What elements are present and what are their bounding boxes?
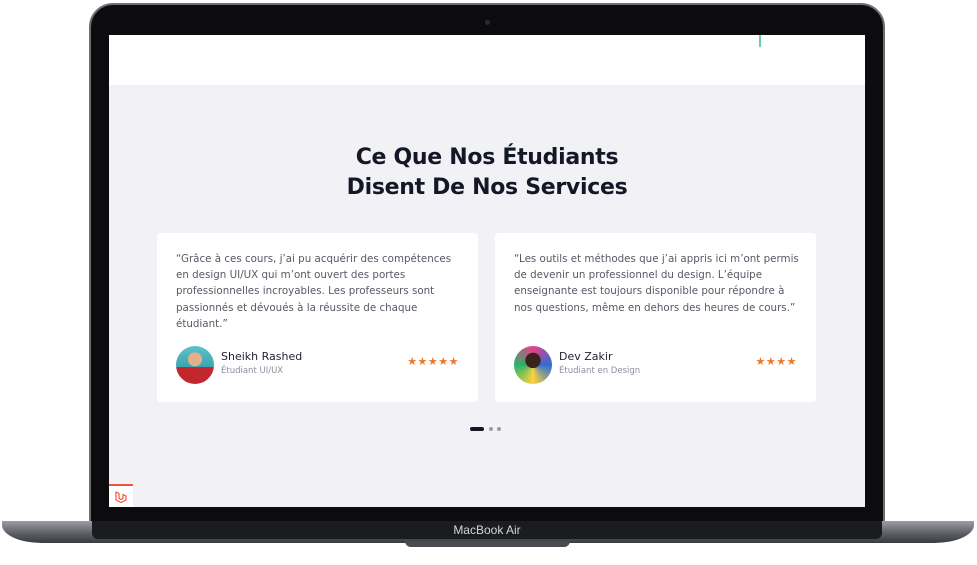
laravel-debug-button[interactable] <box>109 484 133 507</box>
testimonial-quote: “Grâce à ces cours, j’ai pu acquérir des… <box>176 253 452 330</box>
avatar <box>176 346 214 384</box>
author-role: Étudiant en Design <box>559 366 641 376</box>
previous-section <box>109 35 865 85</box>
avatar <box>514 346 552 384</box>
star-rating: ★★★★ <box>755 356 797 368</box>
star-rating: ★★★★★ <box>407 356 459 368</box>
author-name: Dev Zakir <box>559 350 613 363</box>
model-label: MacBook Air <box>453 523 521 537</box>
camera-icon <box>485 20 490 25</box>
author-name: Sheikh Rashed <box>221 350 303 363</box>
carousel-dot[interactable] <box>497 427 501 431</box>
carousel-dot[interactable] <box>489 427 493 431</box>
laptop-notch <box>405 541 570 547</box>
decorative-line <box>759 35 761 47</box>
browser-viewport: Ce Que Nos Étudiants Disent De Nos Servi… <box>109 35 865 507</box>
testimonial-card: “Les outils et méthodes que j’ai appris … <box>495 233 816 402</box>
testimonial-card: “Grâce à ces cours, j’ai pu acquérir des… <box>157 233 478 402</box>
section-title-line1: Ce Que Nos Étudiants <box>355 145 619 170</box>
carousel-dot-active[interactable] <box>470 427 484 431</box>
section-title: Ce Que Nos Étudiants Disent De Nos Servi… <box>109 143 865 203</box>
section-title-line2: Disent De Nos Services <box>346 175 628 200</box>
laravel-logo-icon <box>115 491 127 504</box>
testimonial-quote: “Les outils et méthodes que j’ai appris … <box>514 253 799 314</box>
author-role: Étudiant UI/UX <box>221 366 284 376</box>
